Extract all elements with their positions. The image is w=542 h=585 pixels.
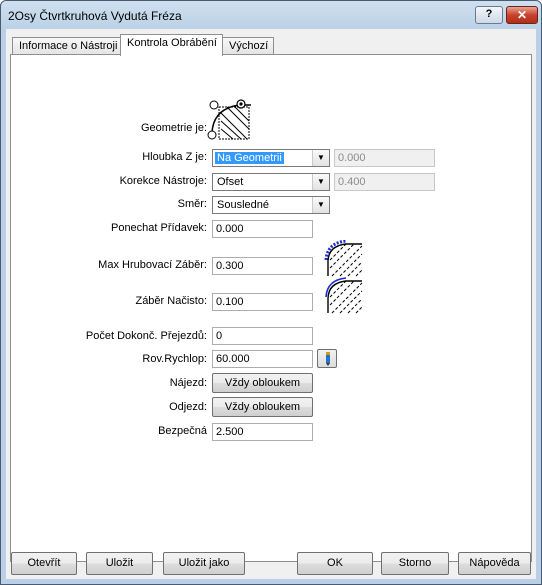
max-rough-label: Max Hrubovací Záběr:: [98, 259, 207, 271]
open-button[interactable]: Otevřít: [11, 552, 77, 575]
compensation-dropdown[interactable]: Ofset ▼: [212, 173, 330, 191]
tab-machining-control[interactable]: Kontrola Obrábění: [120, 34, 223, 56]
departure-label: Odjezd:: [169, 401, 207, 413]
geometry-label: Geometrie je:: [140, 122, 207, 134]
dialog-client: Informace o Nástroji Kontrola Obrábění V…: [6, 29, 536, 579]
tab-default[interactable]: Výchozí: [222, 37, 274, 55]
approach-label: Nájezd:: [169, 377, 207, 389]
dialog-window: 2Osy Čtvrtkruhová Vydutá Fréza ? ✕ Infor…: [0, 0, 542, 585]
feed-input[interactable]: 60.000: [212, 350, 313, 368]
direction-value: Sousledné: [217, 199, 269, 211]
help-title-button[interactable]: ?: [475, 6, 503, 24]
depth-dropdown[interactable]: Na Geometrii ▼: [212, 149, 330, 167]
chevron-down-icon[interactable]: ▼: [312, 150, 329, 166]
pencil-icon: [326, 352, 330, 366]
stock-label: Ponechat Přídavek:: [110, 222, 207, 234]
geometry-selector-icon[interactable]: [207, 97, 255, 143]
stock-input[interactable]: 0.000: [212, 220, 313, 238]
direction-dropdown[interactable]: Sousledné ▼: [212, 196, 330, 214]
roughing-profile-icon: [324, 240, 363, 277]
safe-input[interactable]: 2.500: [212, 423, 313, 441]
compensation-label: Korekce Nástroje:: [119, 175, 207, 187]
max-rough-input[interactable]: 0.300: [212, 257, 313, 275]
tab-panel: Geometrie je: Hloubka Z je: Na Geometrii…: [10, 54, 532, 562]
save-button[interactable]: Uložit: [86, 552, 153, 575]
tab-tool-info[interactable]: Informace o Nástroji: [12, 37, 121, 55]
approach-button[interactable]: Vždy obloukem: [212, 373, 313, 393]
finish-passes-input[interactable]: 0: [212, 327, 313, 345]
cancel-button[interactable]: Storno: [381, 552, 449, 575]
finish-cut-label: Záběr Načisto:: [135, 295, 207, 307]
close-button[interactable]: ✕: [506, 6, 538, 24]
depth-value-field: 0.000: [334, 149, 435, 167]
save-as-button[interactable]: Uložit jako: [163, 552, 245, 575]
window-title: 2Osy Čtvrtkruhová Vydutá Fréza: [8, 9, 182, 23]
title-bar[interactable]: 2Osy Čtvrtkruhová Vydutá Fréza ? ✕: [1, 1, 541, 29]
ok-button[interactable]: OK: [297, 552, 373, 575]
depth-value: Na Geometrii: [215, 152, 284, 164]
finishing-profile-icon: [325, 277, 363, 314]
close-icon: ✕: [516, 8, 528, 22]
help-label: ?: [485, 8, 493, 20]
finish-cut-input[interactable]: 0.100: [212, 293, 313, 311]
safe-label: Bezpečná: [158, 425, 207, 437]
finish-passes-label: Počet Dokonč. Přejezdů:: [85, 330, 207, 342]
feed-edit-button[interactable]: [317, 349, 337, 368]
feed-label: Rov.Rychlop:: [142, 353, 207, 365]
help-button[interactable]: Nápověda: [458, 552, 531, 575]
chevron-down-icon[interactable]: ▼: [312, 197, 329, 213]
chevron-down-icon[interactable]: ▼: [312, 174, 329, 190]
departure-button[interactable]: Vždy obloukem: [212, 397, 313, 417]
compensation-value: Ofset: [217, 176, 244, 188]
compensation-value-field: 0.400: [334, 173, 435, 191]
depth-label: Hloubka Z je:: [142, 151, 207, 163]
direction-label: Směr:: [177, 198, 207, 210]
